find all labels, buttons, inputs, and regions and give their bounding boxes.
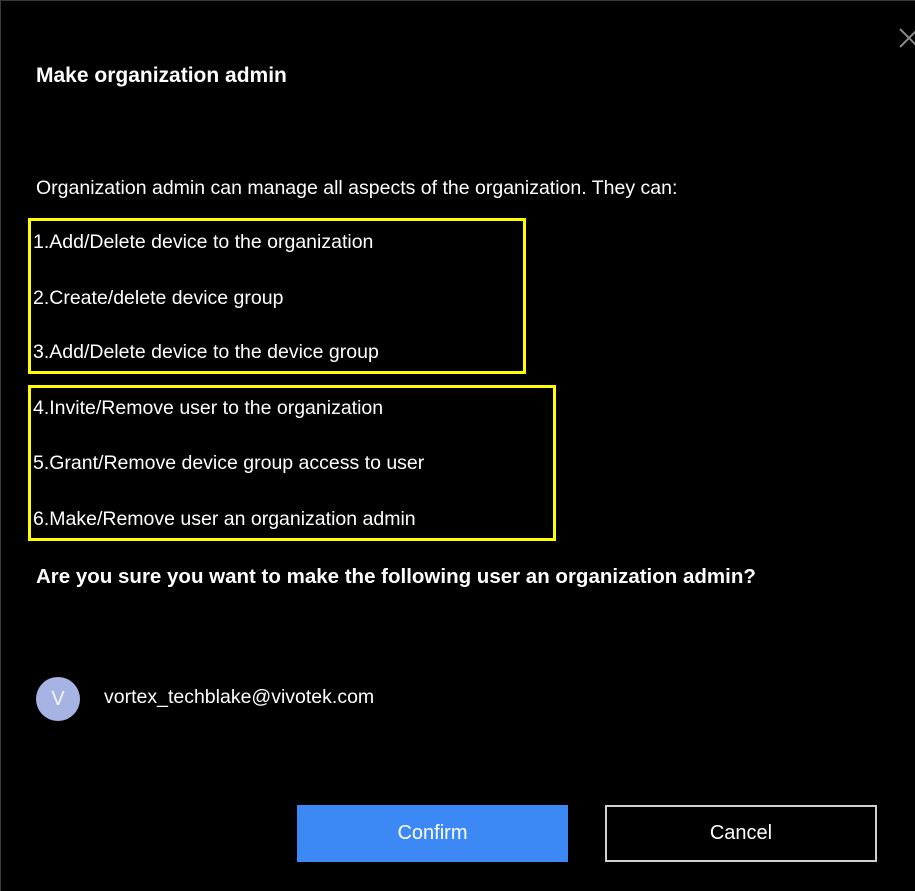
dialog-title: Make organization admin <box>36 64 287 87</box>
cancel-button[interactable]: Cancel <box>605 805 877 862</box>
confirmation-question: Are you sure you want to make the follow… <box>36 565 756 588</box>
permission-item-4: 4.Invite/Remove user to the organization <box>33 397 384 419</box>
permission-item-1: 1.Add/Delete device to the organization <box>33 231 374 253</box>
make-admin-dialog: Make organization admin Organization adm… <box>0 0 915 891</box>
permission-item-5: 5.Grant/Remove device group access to us… <box>33 452 425 474</box>
user-email: vortex_techblake@vivotek.com <box>104 686 375 708</box>
permission-item-3: 3.Add/Delete device to the device group <box>33 341 379 363</box>
permission-item-6: 6.Make/Remove user an organization admin <box>33 508 416 530</box>
confirm-button[interactable]: Confirm <box>297 805 568 862</box>
permission-item-2: 2.Create/delete device group <box>33 287 284 309</box>
dialog-intro: Organization admin can manage all aspect… <box>36 177 678 199</box>
avatar: V <box>36 677 80 721</box>
close-icon[interactable] <box>895 21 915 53</box>
